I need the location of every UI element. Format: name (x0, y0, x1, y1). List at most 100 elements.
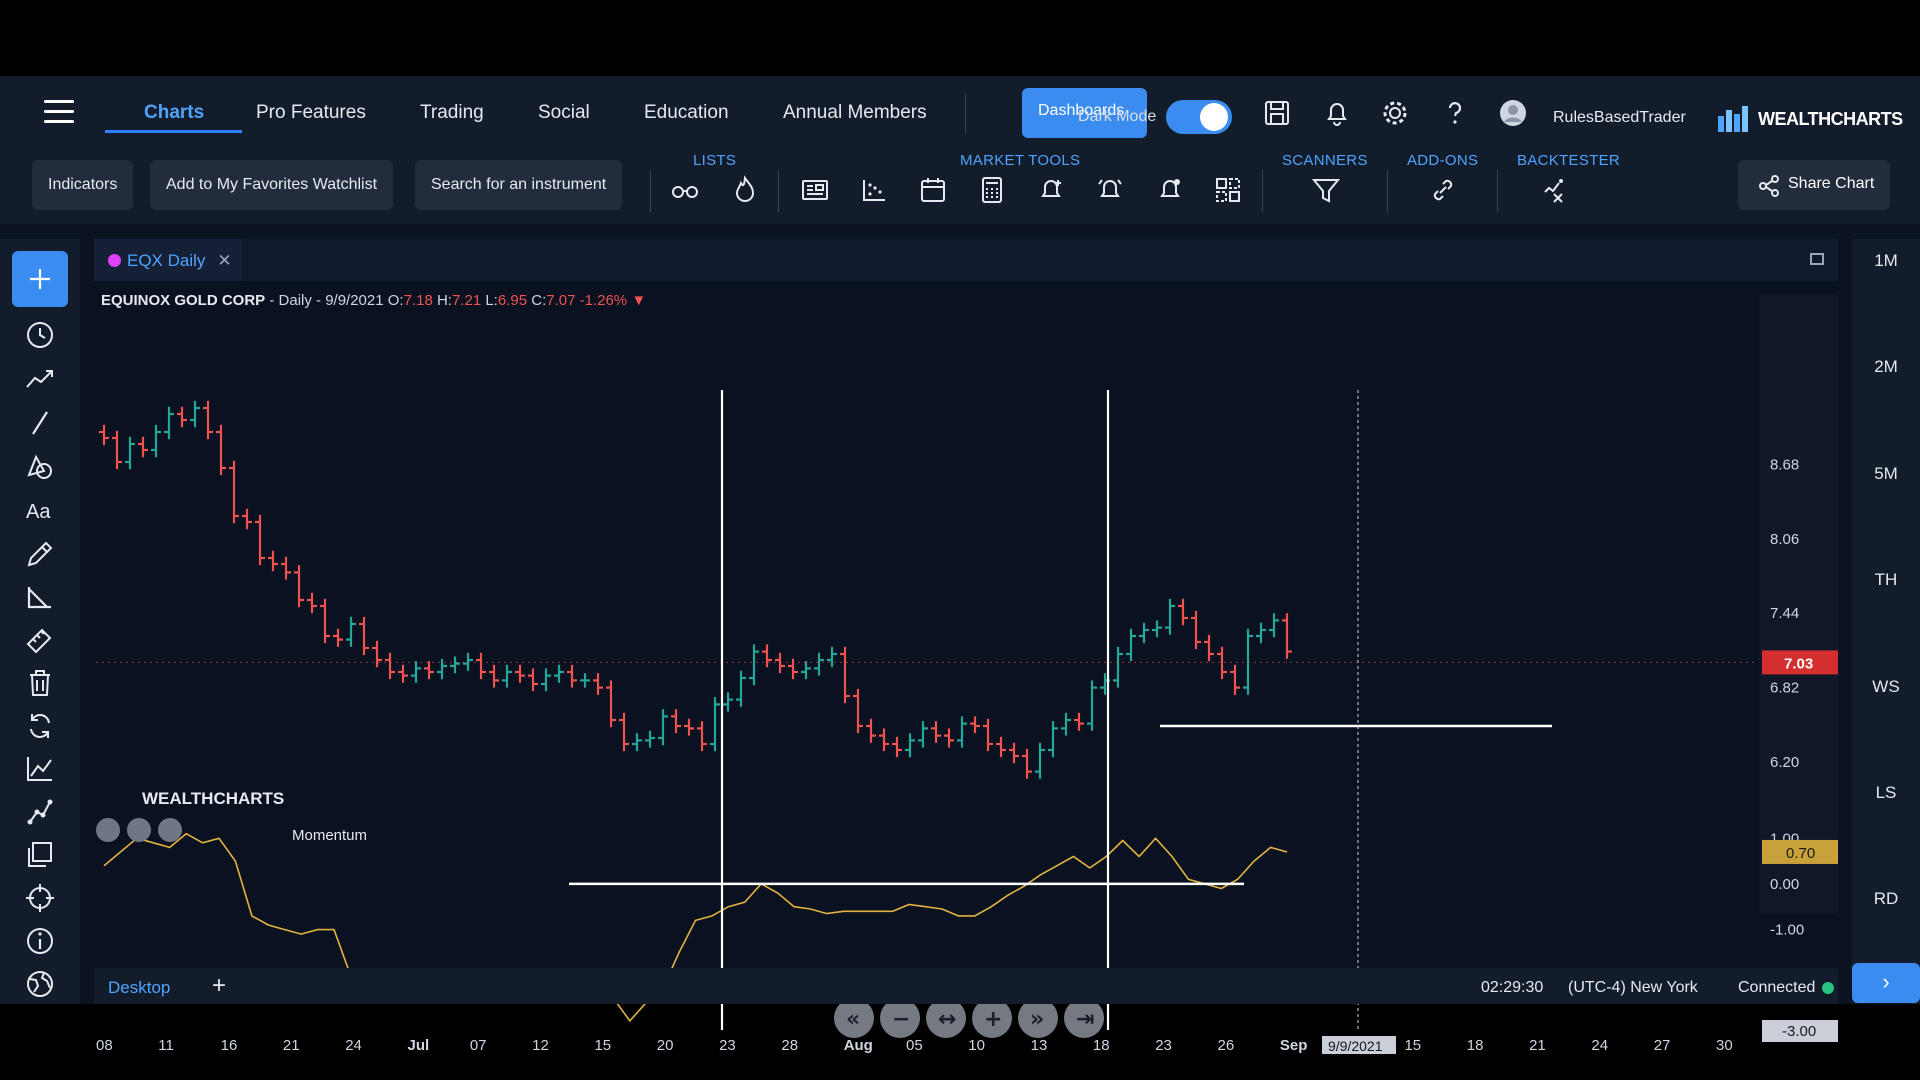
fire-icon[interactable] (729, 174, 761, 206)
status-bar: Desktop + 02:29:30 (UTC-4) New York Conn… (94, 968, 1838, 1004)
chart-line-icon[interactable] (22, 751, 58, 787)
menu-icon[interactable] (44, 100, 74, 124)
x-tick-label: 28 (781, 1037, 798, 1054)
scatter-chart-icon[interactable] (858, 174, 890, 206)
price-tick-label: 8.06 (1770, 531, 1799, 548)
add-desktop-icon[interactable]: + (212, 972, 226, 1000)
pane-collapse-icon[interactable] (96, 818, 120, 842)
timeframe-2m[interactable]: 2M (1852, 357, 1920, 377)
x-tick-label: 20 (657, 1037, 674, 1054)
indicators-button[interactable]: Indicators (32, 160, 134, 210)
add-to-favorites-button[interactable]: Add to My Favorites Watchlist (150, 160, 394, 210)
active-tab-indicator (105, 130, 242, 133)
timeframe-th[interactable]: TH (1852, 570, 1920, 590)
info-icon[interactable] (22, 923, 58, 959)
top-navigation: Charts Pro Features Trading Social Educa… (0, 76, 1920, 148)
x-tick-label: 24 (1591, 1037, 1608, 1054)
nodes-icon[interactable] (22, 794, 58, 830)
chart-tab-color-dot (108, 254, 121, 267)
brand-name: WEALTHCHARTS (1758, 108, 1903, 129)
ruler-icon[interactable] (22, 622, 58, 658)
refresh-icon[interactable] (22, 708, 58, 744)
globe-icon[interactable] (22, 966, 58, 1002)
tab-social[interactable]: Social (538, 102, 590, 124)
clock-icon[interactable] (22, 317, 58, 353)
measure-icon[interactable] (22, 579, 58, 615)
pane-move-up-icon[interactable] (158, 818, 182, 842)
save-icon[interactable] (1262, 98, 1292, 128)
username[interactable]: RulesBasedTrader (1553, 109, 1686, 127)
help-icon[interactable] (1440, 98, 1470, 128)
close-tab-icon[interactable]: ✕ (217, 251, 231, 270)
expand-sidebar-button[interactable]: › (1852, 963, 1920, 1003)
target-icon[interactable] (22, 880, 58, 916)
timeframe-ls[interactable]: LS (1852, 783, 1920, 803)
crosshair-icon[interactable] (22, 261, 58, 297)
instrument-search-button[interactable]: Search for an instrument (415, 160, 623, 210)
tab-pro-features[interactable]: Pro Features (256, 102, 366, 124)
price-tick-label: 6.20 (1770, 754, 1799, 771)
pane-move-down-icon[interactable] (127, 818, 151, 842)
ohlc-change: -1.26% (579, 292, 628, 309)
dark-mode-toggle[interactable] (1166, 100, 1232, 134)
momentum-value-label: 0.70 (1786, 845, 1815, 862)
user-avatar-icon[interactable] (1498, 98, 1528, 128)
desktop-tab[interactable]: Desktop (108, 978, 170, 998)
app-window: Charts Pro Features Trading Social Educa… (0, 76, 1920, 1054)
ohlc-open-label: O: (387, 292, 404, 309)
brand-logo: WEALTHCHARTS (1716, 102, 1903, 136)
momentum-pane: WEALTHCHARTSMomentum1.000.00-1.00-2.000.… (103, 789, 1838, 1042)
tab-annual-members[interactable]: Annual Members (783, 102, 927, 124)
backtest-icon[interactable] (1539, 174, 1571, 206)
heatmap-icon[interactable] (1212, 174, 1244, 206)
nav-divider (965, 94, 966, 134)
last-price-label: 7.03 (1784, 655, 1813, 672)
pencil-icon[interactable] (22, 536, 58, 572)
trend-icon[interactable] (22, 361, 58, 397)
momentum-bottom-label: -3.00 (1782, 1023, 1816, 1040)
chart-tab[interactable]: EQX Daily ✕ (94, 239, 242, 281)
x-tick-label: 21 (283, 1037, 300, 1054)
ohlc-high: 7.21 (451, 292, 482, 309)
alert-list-icon[interactable] (1154, 174, 1186, 206)
timeframe-5m[interactable]: 5M (1852, 464, 1920, 484)
calculator-icon[interactable] (976, 174, 1008, 206)
tab-trading[interactable]: Trading (420, 102, 484, 124)
timeframe-1m[interactable]: 1M (1852, 251, 1920, 271)
shapes-icon[interactable] (22, 449, 58, 485)
alarm-icon[interactable] (1094, 174, 1126, 206)
toolbar-divider (1387, 170, 1388, 212)
chart-canvas[interactable]: 8.68 8.06 7.44 6.82 6.20 7.03 WEALTHCHARTS Mom… (94, 390, 1838, 1054)
news-icon[interactable] (799, 174, 831, 206)
copy-icon[interactable] (22, 837, 58, 873)
tab-education[interactable]: Education (644, 102, 729, 124)
alert-add-icon[interactable] (1035, 174, 1067, 206)
momentum-tick-label: 0.00 (1770, 876, 1799, 893)
maximize-icon[interactable] (1810, 253, 1824, 265)
instrument-name: EQUINOX GOLD CORP (101, 292, 266, 309)
trash-icon[interactable] (22, 665, 58, 701)
timeframe-rd[interactable]: RD (1852, 889, 1920, 909)
x-tick-label: 27 (1654, 1037, 1671, 1054)
line-icon[interactable] (22, 405, 58, 441)
filter-icon[interactable] (1310, 174, 1342, 206)
bell-icon[interactable] (1322, 98, 1352, 128)
share-chart-button[interactable]: Share Chart (1738, 160, 1890, 210)
x-tick-label: 18 (1093, 1037, 1110, 1054)
calendar-icon[interactable] (917, 174, 949, 206)
fit-icon-glyph: ↔ (938, 1007, 956, 1032)
gear-icon[interactable] (1380, 98, 1410, 128)
link-icon[interactable] (1427, 174, 1459, 206)
timeframe-ws[interactable]: WS (1852, 677, 1920, 697)
x-tick-label: 18 (1467, 1037, 1484, 1054)
x-tick-label: 12 (532, 1037, 549, 1054)
scroll-left-icon-glyph: « (846, 1007, 860, 1032)
text-icon[interactable]: Aa (22, 493, 58, 529)
go-to-end-icon-glyph: ⇥ (1076, 1007, 1094, 1032)
x-tick-label: 15 (1404, 1037, 1421, 1054)
tab-charts[interactable]: Charts (144, 102, 204, 124)
toolbar-divider (650, 170, 651, 212)
glasses-icon[interactable] (669, 174, 701, 206)
main-toolbar: Indicators Add to My Favorites Watchlist… (0, 148, 1920, 224)
chart-tab-bar (94, 239, 1838, 281)
